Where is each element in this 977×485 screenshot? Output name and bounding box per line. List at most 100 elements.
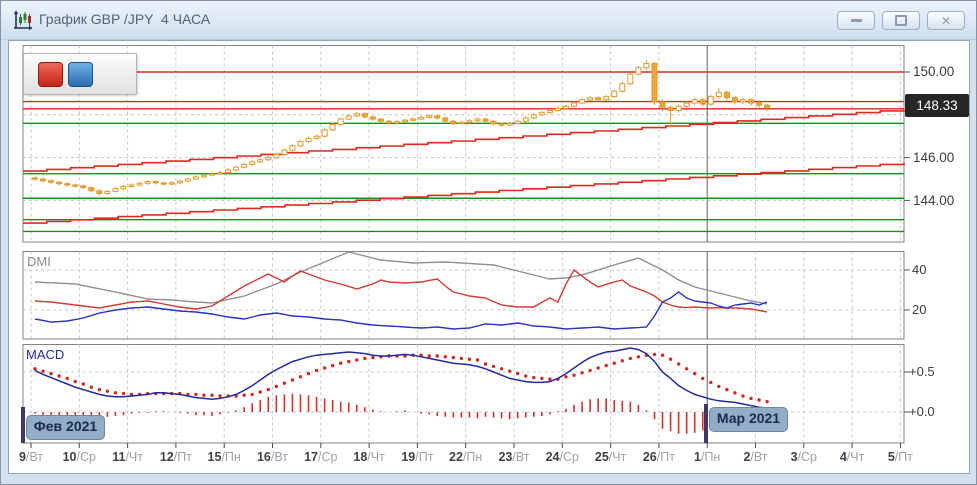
macd-signal-dot xyxy=(275,385,278,388)
candle-body xyxy=(137,183,142,185)
candle-body xyxy=(121,186,126,188)
macd-signal-dot xyxy=(371,356,374,359)
candle-body xyxy=(749,100,754,103)
macd-signal-dot xyxy=(114,391,117,394)
candle-body xyxy=(668,107,673,110)
x-axis-label: 9/Вт xyxy=(7,450,55,464)
candle-body xyxy=(684,103,689,106)
candle-body xyxy=(250,162,255,165)
macd-signal-dot xyxy=(436,354,439,357)
candle-body xyxy=(338,119,343,124)
candle-body xyxy=(395,122,400,123)
macd-signal-dot xyxy=(733,391,736,394)
candle-body xyxy=(708,97,713,104)
candle-body xyxy=(676,106,681,110)
macd-signal-dot xyxy=(122,392,125,395)
candle-body xyxy=(652,63,657,102)
candle-body xyxy=(314,136,319,138)
candle-body xyxy=(290,146,295,150)
macd-signal-dot xyxy=(621,359,624,362)
candle-body xyxy=(322,130,327,136)
macd-signal-dot xyxy=(629,357,632,360)
candle-body xyxy=(153,182,158,183)
candle-body xyxy=(419,117,424,119)
macd-signal-dot xyxy=(741,394,744,397)
macd-signal-dot xyxy=(476,358,479,361)
candle-body xyxy=(539,113,544,115)
candle-body xyxy=(41,179,46,181)
macd-signal-dot xyxy=(604,364,607,367)
macd-signal-dot xyxy=(299,375,302,378)
candle-body xyxy=(636,68,641,74)
macd-signal-dot xyxy=(90,386,93,389)
candle-body xyxy=(234,167,239,170)
candle-body xyxy=(177,181,182,183)
macd-signal-dot xyxy=(65,377,68,380)
x-axis-label: 3/Ср xyxy=(780,450,828,464)
macd-axis-tick: +0.5 xyxy=(909,364,935,379)
macd-signal-dot xyxy=(202,394,205,397)
macd-signal-dot xyxy=(500,367,503,370)
candle-body xyxy=(169,183,174,184)
x-axis-label: 22/Пн xyxy=(442,450,490,464)
candle-body xyxy=(451,121,456,123)
candle-body xyxy=(218,173,223,174)
candle-body xyxy=(33,178,38,179)
x-axis-label: 25/Чт xyxy=(587,450,635,464)
x-axis-label: 23/Вт xyxy=(490,450,538,464)
candle-body xyxy=(547,111,552,113)
macd-signal-dot xyxy=(564,375,567,378)
candle-body xyxy=(716,92,721,96)
macd-signal-dot xyxy=(588,369,591,372)
candle-body xyxy=(346,116,351,119)
macd-signal-dot xyxy=(355,358,358,361)
dmi-axis-tick: 20 xyxy=(912,302,926,317)
current-price-badge: 148.33 xyxy=(905,94,969,117)
candle-body xyxy=(57,182,62,183)
price-axis-label: 150.00 xyxy=(913,64,971,79)
candle-body xyxy=(435,116,440,118)
macd-signal-dot xyxy=(307,372,310,375)
macd-signal-dot xyxy=(613,362,616,365)
macd-signal-dot xyxy=(291,378,294,381)
macd-signal-dot xyxy=(106,390,109,393)
candle-body xyxy=(362,114,367,117)
macd-axis-tick: +0.0 xyxy=(909,404,935,419)
macd-signal-dot xyxy=(210,394,213,397)
candle-body xyxy=(193,177,198,179)
candle-body xyxy=(604,97,609,100)
macd-signal-dot xyxy=(428,354,431,357)
macd-signal-dot xyxy=(524,374,527,377)
feb-month-badge: Фев 2021 xyxy=(26,415,105,440)
blue-series-button[interactable] xyxy=(68,62,93,87)
chart-canvas[interactable] xyxy=(1,1,977,485)
x-axis-label: 19/Пт xyxy=(393,450,441,464)
candle-body xyxy=(757,103,762,105)
red-series-button[interactable] xyxy=(38,62,63,87)
x-axis-label: 26/Пт xyxy=(635,450,683,464)
x-axis-label: 1/Пн xyxy=(683,450,731,464)
candle-body xyxy=(129,185,134,186)
macd-signal-dot xyxy=(98,388,101,391)
macd-signal-dot xyxy=(194,393,197,396)
x-axis-label: 12/Пт xyxy=(152,450,200,464)
candle-body xyxy=(700,100,705,104)
x-axis-label: 16/Вт xyxy=(249,450,297,464)
macd-signal-dot xyxy=(757,398,760,401)
candle-body xyxy=(483,119,488,121)
macd-signal-dot xyxy=(460,357,463,360)
macd-signal-dot xyxy=(242,394,245,397)
x-axis-label: 15/Пн xyxy=(200,450,248,464)
candle-body xyxy=(555,108,560,110)
candle-body xyxy=(411,119,416,120)
macd-signal-dot xyxy=(661,354,664,357)
macd-signal-dot xyxy=(693,372,696,375)
macd-signal-dot xyxy=(484,362,487,365)
feb-month-marker-bar xyxy=(21,407,25,443)
candle-body xyxy=(572,103,577,106)
candle-body xyxy=(97,191,102,194)
macd-signal-dot xyxy=(572,374,575,377)
dmi-axis-tick: 40 xyxy=(912,262,926,277)
x-axis-label: 24/Ср xyxy=(538,450,586,464)
candle-body xyxy=(113,189,118,192)
